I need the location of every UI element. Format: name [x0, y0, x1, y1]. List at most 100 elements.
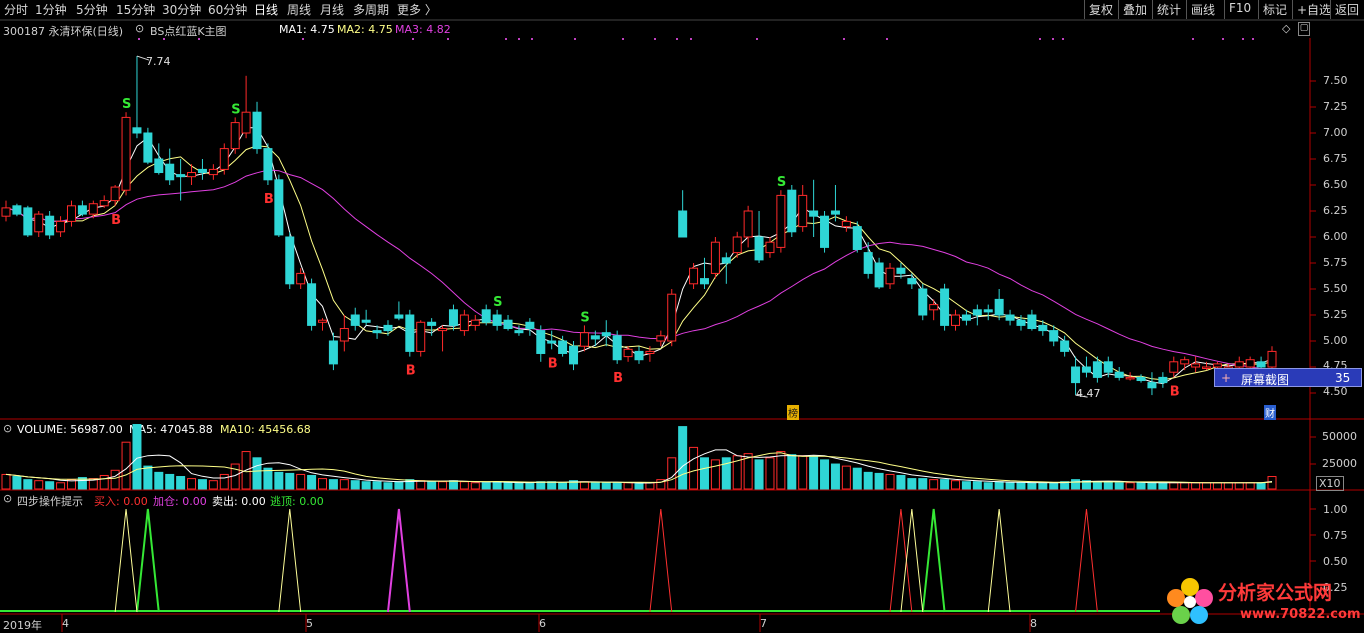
price-tick: 7.50 — [1323, 74, 1348, 87]
volume-bar — [1234, 482, 1244, 490]
candle-body — [132, 127, 142, 134]
volume-bar — [1191, 482, 1201, 490]
candle-body — [1234, 361, 1244, 368]
marker-dot — [518, 38, 520, 40]
volume-bar — [1016, 482, 1026, 490]
candle-body — [994, 298, 1004, 316]
candle-body — [361, 319, 371, 323]
time-label: 4 — [62, 617, 69, 630]
candle-body — [765, 241, 775, 254]
marker-dot — [676, 38, 678, 40]
kline-chart[interactable]: B B B B B B S S S S S — [0, 0, 1364, 632]
candle-body — [754, 236, 764, 261]
finance-badge[interactable]: 财 — [1264, 405, 1276, 420]
rank-badge[interactable]: 榜 — [787, 405, 799, 420]
marker-dot — [843, 38, 845, 40]
volume-bar — [503, 482, 513, 490]
candle-body — [525, 321, 535, 330]
candle-body — [710, 241, 720, 274]
candle-body — [165, 163, 175, 181]
candle-body — [274, 179, 284, 236]
marker-dot — [1062, 38, 1064, 40]
signal-peak — [1075, 508, 1098, 613]
volume-bar — [34, 480, 44, 490]
volume-bar — [590, 482, 600, 490]
candle-body — [1169, 361, 1179, 373]
volume-bar — [514, 482, 524, 490]
candle-body — [940, 288, 950, 326]
volume-bar — [1158, 482, 1168, 490]
volume-bar — [252, 457, 262, 490]
candle-body — [383, 324, 393, 332]
volume-bar — [1180, 482, 1190, 490]
volume-bar — [339, 479, 349, 490]
candle-body — [328, 340, 338, 365]
watermark-title: 分析家公式网 — [1218, 582, 1333, 604]
volume-bar — [1169, 482, 1179, 490]
candle-body — [416, 321, 426, 352]
volume-bar — [416, 480, 426, 490]
volume-bar — [1071, 479, 1081, 490]
volume-bar — [350, 480, 360, 490]
volume-bar — [274, 471, 284, 490]
signal-tick: 0.75 — [1323, 529, 1348, 542]
volume-bar — [307, 474, 317, 490]
candle-body — [88, 203, 98, 215]
candle-body — [438, 328, 448, 332]
candle-body — [645, 350, 655, 354]
volume-bar — [809, 456, 819, 490]
signal-tick: 0.50 — [1323, 555, 1348, 568]
candle-body — [918, 288, 928, 316]
volume-bar — [787, 454, 797, 490]
buy-mark: B — [613, 371, 623, 386]
candle-body — [983, 309, 993, 313]
candle-body — [1005, 314, 1015, 321]
candle-body — [372, 330, 382, 334]
signal-peak — [987, 508, 1011, 613]
candle-body — [732, 236, 742, 254]
volume-tick: 50000 — [1322, 430, 1357, 443]
volume-bar — [710, 459, 720, 490]
volume-bar — [798, 455, 808, 490]
candle-body — [656, 335, 666, 342]
candle-body — [667, 293, 677, 342]
volume-bar — [667, 457, 677, 490]
candle-body — [285, 236, 295, 285]
volume-bar — [579, 481, 589, 490]
candle-body — [1114, 371, 1124, 378]
candle-body — [1071, 366, 1081, 384]
candle-body — [143, 132, 153, 163]
marker-dot — [1252, 38, 1254, 40]
price-tick: 7.00 — [1323, 126, 1348, 139]
volume-bar — [634, 483, 644, 490]
volume-bar — [972, 481, 982, 490]
volume-bar — [383, 482, 393, 490]
candle-body — [1136, 376, 1146, 382]
volume-bar — [754, 459, 764, 490]
candle-body — [1027, 314, 1037, 330]
candle-body — [601, 332, 611, 337]
candle-body — [12, 205, 22, 215]
volume-bar — [110, 469, 120, 490]
low-price-annotation: 4.47 — [1076, 387, 1101, 400]
volume-bar — [154, 471, 164, 490]
volume-bar — [918, 478, 928, 490]
candle-body — [307, 283, 317, 326]
time-label: 5 — [306, 617, 313, 630]
screenshot-tooltip[interactable]: + 屏幕截图 35 — [1214, 368, 1362, 387]
candle-body — [579, 332, 589, 347]
candle-body — [776, 194, 786, 248]
volume-bar — [99, 474, 109, 490]
marker-dot — [505, 38, 507, 40]
candle-body — [514, 330, 524, 334]
volume-bar — [143, 465, 153, 490]
candle-body — [830, 210, 840, 215]
volume-bar — [983, 482, 993, 490]
candle-body — [296, 272, 306, 285]
volume-bar — [361, 481, 371, 490]
candle-body — [1016, 319, 1026, 326]
volume-bar — [492, 481, 502, 490]
volume-bar — [394, 481, 404, 490]
volume-ma5-line — [5, 449, 1273, 484]
volume-bar — [1202, 482, 1212, 490]
